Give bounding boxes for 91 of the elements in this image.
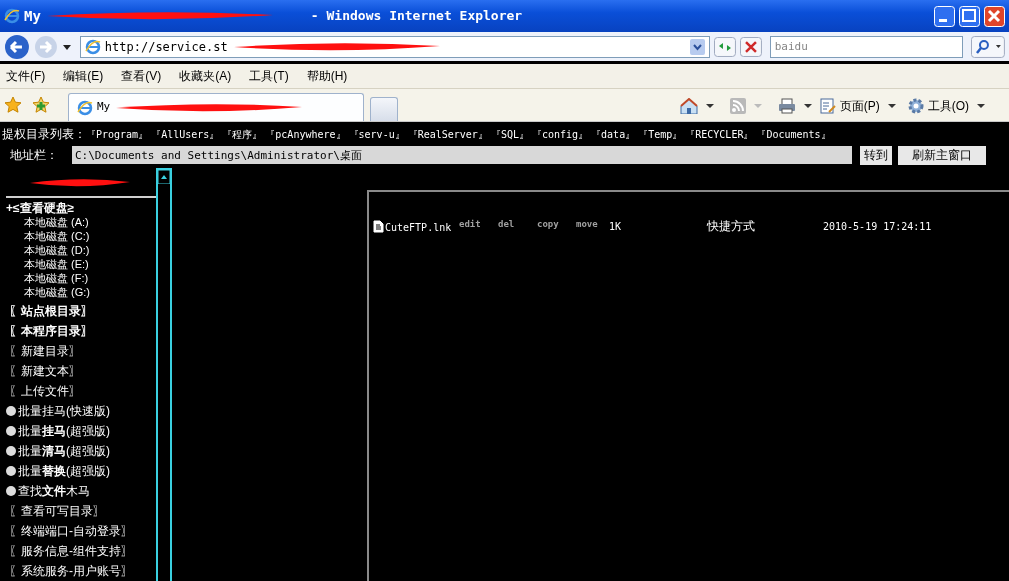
go-button[interactable]: 转到: [860, 145, 892, 165]
sidebar-link[interactable]: 〖服务信息-组件支持〗: [9, 542, 133, 560]
sidebar-link[interactable]: 批量挂马(快速版): [18, 402, 110, 420]
directory-link[interactable]: 『Documents』: [756, 126, 831, 142]
directory-link[interactable]: 『config』: [531, 126, 589, 142]
page-icon: [84, 38, 101, 55]
disk-link[interactable]: 本地磁盘 (A:): [0, 215, 156, 229]
sidebar-link[interactable]: 〖上传文件〗: [9, 382, 81, 400]
caret-icon[interactable]: [887, 103, 896, 109]
menu-item[interactable]: 文件(F): [6, 67, 46, 85]
bullet-icon: [6, 426, 16, 436]
directory-link[interactable]: 『Temp』: [638, 126, 683, 142]
window-title: My: [24, 6, 41, 26]
directory-link[interactable]: 『RECYCLER』: [685, 126, 754, 142]
file-date: 2010-5-19 17:24:11: [823, 219, 932, 234]
directory-link[interactable]: 『程序』: [222, 126, 263, 142]
sidebar-link[interactable]: 〖新建文本〗: [9, 362, 81, 380]
file-action-link[interactable]: edit: [459, 217, 498, 232]
directory-link[interactable]: 『SQL』: [490, 126, 529, 142]
sidebar-link[interactable]: 〖新建目录〗: [9, 342, 81, 360]
page-menu[interactable]: 页面(P): [819, 97, 880, 115]
page-icon: [77, 99, 93, 116]
sidebar-link[interactable]: 批量替换(超强版): [18, 462, 110, 480]
caret-icon[interactable]: [803, 103, 812, 109]
file-size: 1K: [609, 219, 623, 234]
sidebar-link[interactable]: 查找文件木马: [18, 482, 90, 500]
search-button[interactable]: [971, 35, 1005, 58]
search-field[interactable]: baidu: [769, 35, 964, 58]
file-type: 快捷方式: [707, 218, 756, 235]
caret-icon[interactable]: [705, 103, 714, 109]
file-name[interactable]: CuteFTP.lnk: [385, 220, 459, 235]
sidebar-link[interactable]: 〖系统服务-用户账号〗: [9, 562, 133, 580]
directory-link[interactable]: 『serv-u』: [348, 126, 405, 142]
scroll-up-button[interactable]: [158, 170, 170, 184]
refresh-window-button[interactable]: 刷新主窗口: [898, 145, 986, 165]
dropdown-caret-icon[interactable]: [61, 42, 72, 51]
sidebar-link[interactable]: 〖查看可写目录〗: [9, 502, 105, 520]
shortcut-label: 提权目录列表：: [2, 126, 86, 143]
favorites-star-icon[interactable]: [4, 96, 22, 114]
address-field[interactable]: http://service.st: [79, 35, 710, 58]
caret-icon[interactable]: [977, 103, 985, 109]
bullet-icon: [6, 406, 16, 416]
disk-link[interactable]: 本地磁盘 (D:): [0, 243, 156, 257]
path-label: 地址栏：: [10, 147, 58, 164]
print-icon[interactable]: [777, 98, 796, 114]
settings-icon: [907, 98, 924, 114]
disk-heading[interactable]: +≤查看硬盘≥: [0, 201, 156, 215]
disk-link[interactable]: 本地磁盘 (C:): [0, 229, 156, 243]
browser-tab[interactable]: My: [68, 93, 364, 121]
add-favorite-icon[interactable]: [32, 96, 50, 114]
scrollbar[interactable]: [156, 168, 172, 581]
address-text: http://service.st: [104, 38, 228, 56]
menu-item[interactable]: 查看(V): [121, 67, 162, 85]
directory-link[interactable]: 『data』: [591, 126, 636, 142]
page-icon: [819, 98, 836, 114]
disk-link[interactable]: 本地磁盘 (F:): [0, 271, 156, 285]
back-button[interactable]: [4, 33, 30, 60]
directory-link[interactable]: 『AllUsers』: [151, 126, 220, 142]
window-title: - Windows Internet Explorer: [310, 7, 523, 26]
disk-link[interactable]: 本地磁盘 (E:): [0, 257, 156, 271]
stop-button[interactable]: [739, 36, 762, 57]
menu-item[interactable]: 帮助(H): [306, 67, 348, 85]
bullet-icon: [6, 466, 16, 476]
bullet-icon: [6, 486, 16, 496]
sidebar-link[interactable]: 〖本程序目录〗: [9, 322, 93, 340]
tools-menu[interactable]: 工具(O): [907, 97, 969, 115]
close-button[interactable]: [984, 5, 1005, 27]
dropdown-caret-icon[interactable]: [689, 38, 705, 55]
sidebar-link[interactable]: 〖终端端口-自动登录〗: [9, 522, 133, 540]
directory-link[interactable]: 『RealServer』: [407, 126, 488, 142]
refresh-button[interactable]: [713, 36, 736, 57]
home-icon[interactable]: [679, 98, 698, 114]
sidebar-link[interactable]: 批量清马(超强版): [18, 442, 110, 460]
file-icon: [373, 219, 384, 233]
tab-title: My: [97, 99, 111, 116]
file-action-link[interactable]: del: [498, 217, 537, 232]
sidebar-link[interactable]: 〖站点根目录〗: [9, 302, 93, 320]
directory-link[interactable]: 『Program』: [86, 126, 149, 142]
disk-link[interactable]: 本地磁盘 (G:): [0, 285, 156, 299]
menu-item[interactable]: 编辑(E): [63, 67, 104, 85]
maximize-button[interactable]: [959, 5, 980, 27]
sidebar-link[interactable]: 批量挂马(超强版): [18, 422, 110, 440]
browser-logo-icon: [4, 8, 20, 24]
menu-item[interactable]: 收藏夹(A): [179, 67, 232, 85]
file-action-link[interactable]: copy: [537, 217, 576, 232]
path-field[interactable]: C:\Documents and Settings\Administrator\桌面: [72, 146, 852, 164]
bullet-icon: [6, 446, 16, 456]
minimize-button[interactable]: [934, 5, 955, 27]
caret-icon: [753, 103, 762, 109]
directory-link[interactable]: 『pcAnywhere』: [265, 126, 346, 142]
menu-item[interactable]: 工具(T): [249, 67, 289, 85]
